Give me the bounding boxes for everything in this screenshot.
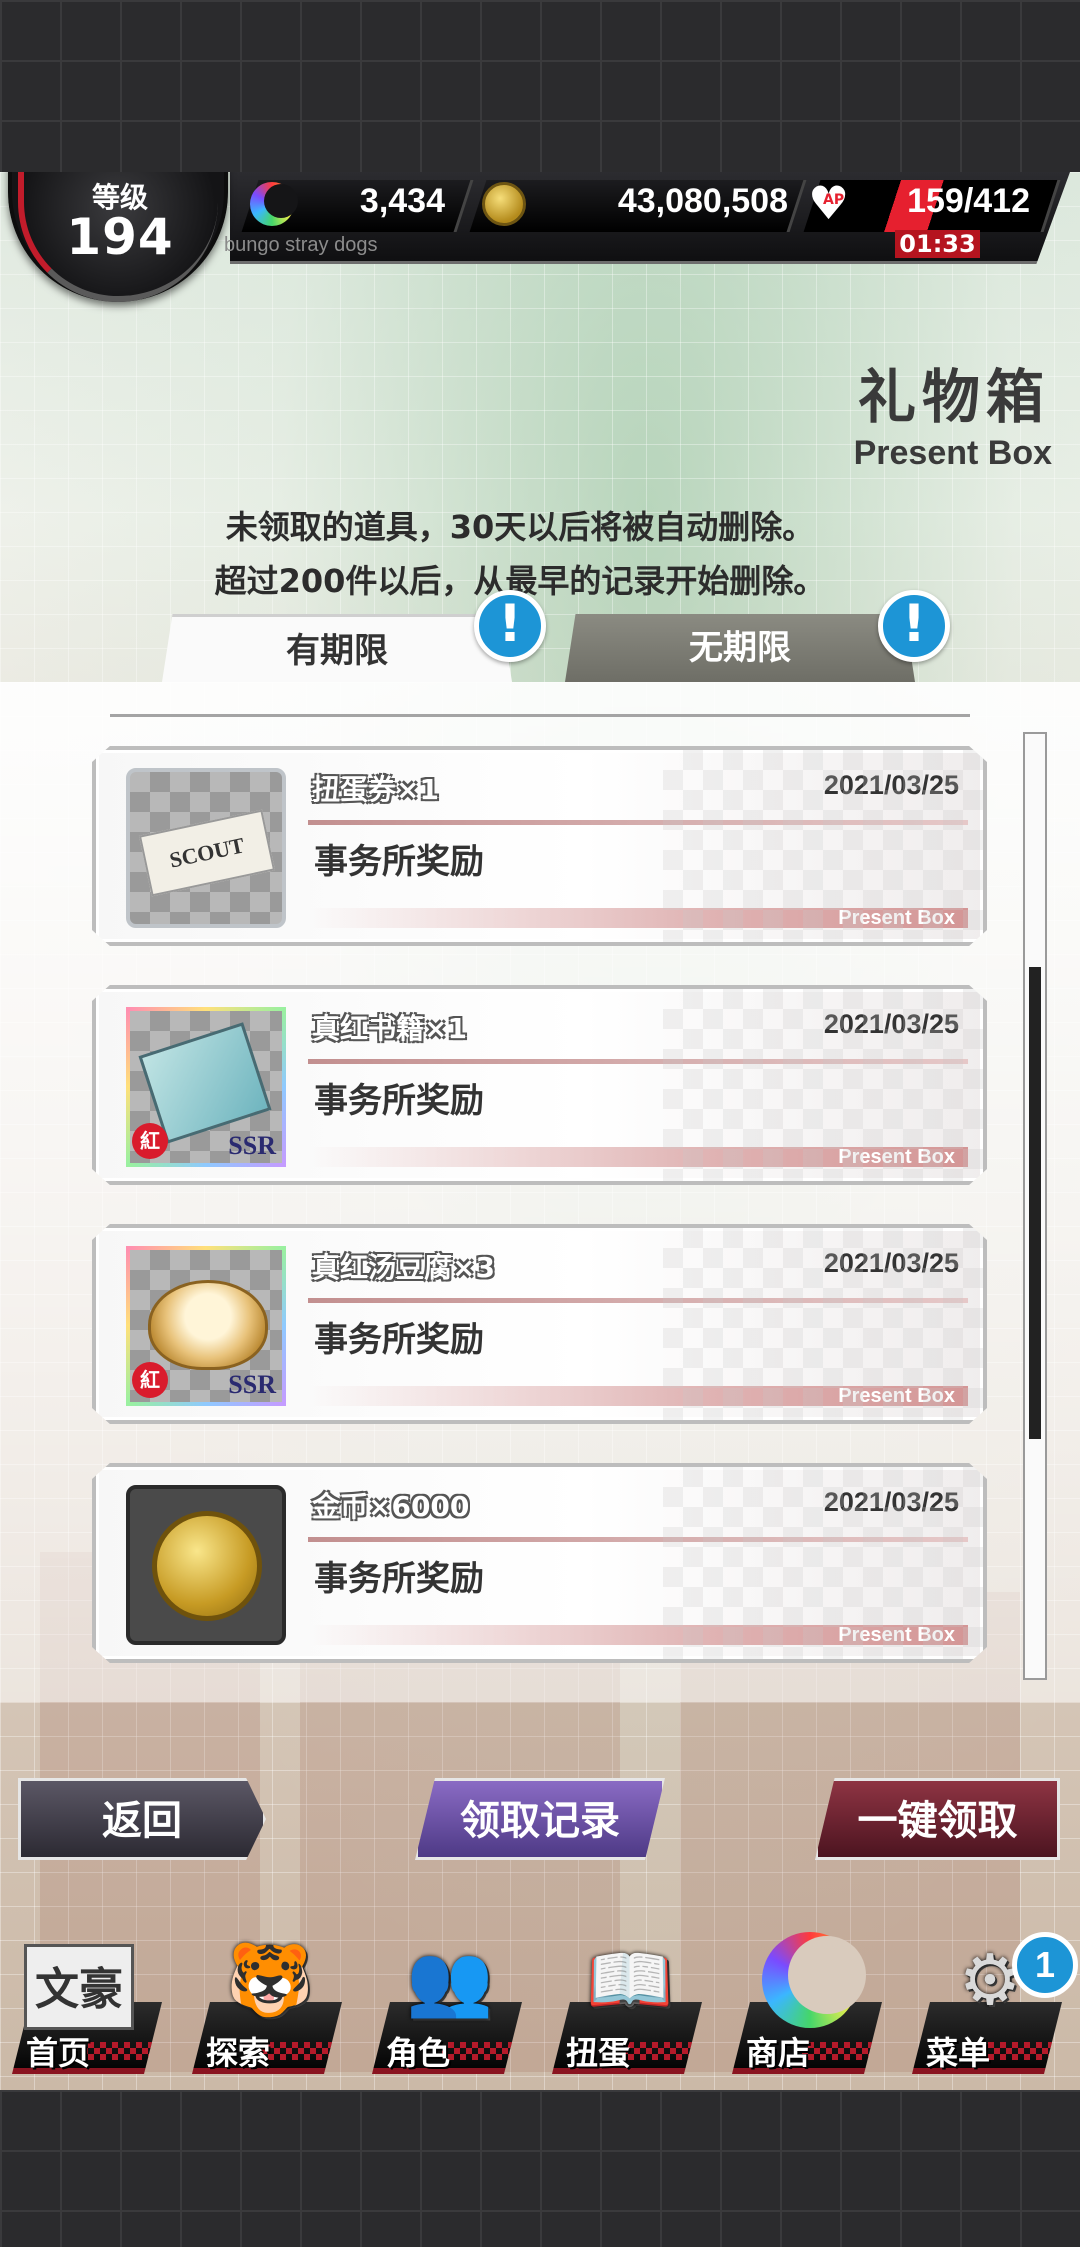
tab-unlimited[interactable]: 无期限: [565, 614, 915, 682]
item-footer: Present Box: [838, 1624, 955, 1646]
item-date: 2021/03/25: [823, 1487, 959, 1517]
present-item[interactable]: 紅 SSR 真红汤豆腐×3 2021/03/25 事务所奖励 Present B…: [92, 1224, 987, 1424]
present-item[interactable]: 紅 SSR 真红书籍×1 2021/03/25 事务所奖励 Present Bo…: [92, 985, 987, 1185]
notice-text: 未领取的道具，30天以后将被自动删除。: [225, 508, 815, 546]
scout-ticket-icon: SCOUT: [138, 809, 276, 897]
crimson-badge: 紅: [132, 1362, 168, 1398]
item-divider: [308, 1537, 968, 1542]
notification-badge: 1: [1012, 1932, 1078, 1998]
alert-icon: !: [474, 590, 546, 662]
item-divider: [308, 1298, 968, 1303]
item-description: 事务所奖励: [314, 1559, 484, 1599]
gem-icon: [250, 182, 298, 226]
ap-tag: AP: [823, 192, 845, 208]
item-name: 金币×6000: [312, 1490, 470, 1523]
nav-label: 探索: [206, 2034, 271, 2072]
gem-value: 3,434: [359, 182, 445, 220]
claim-all-button[interactable]: 一键领取: [815, 1778, 1060, 1860]
page-title-en: Present Box: [853, 434, 1052, 472]
rarity-badge: SSR: [228, 1370, 276, 1399]
nav-home[interactable]: 文豪 首页: [12, 1932, 174, 2082]
shop-icon: [762, 1932, 866, 2028]
item-footer: Present Box: [838, 1146, 955, 1168]
nav-label: 扭蛋: [566, 2034, 631, 2072]
nav-label: 首页: [26, 2034, 91, 2072]
nav-characters[interactable]: 👥 角色: [372, 1932, 534, 2082]
item-date: 2021/03/25: [823, 1009, 959, 1039]
nav-gacha[interactable]: 📖 扭蛋: [552, 1932, 714, 2082]
item-description: 事务所奖励: [314, 1081, 484, 1121]
alert-icon: !: [878, 590, 950, 662]
gacha-icon: 📖: [586, 1939, 674, 2021]
status-bar: 3,434 43,080,508 ♥ AP 159/412 01:33 bung…: [0, 172, 1080, 302]
home-icon: 文豪: [24, 1944, 134, 2030]
nav-explore[interactable]: 🐯 探索: [192, 1932, 354, 2082]
item-footer: Present Box: [838, 907, 955, 929]
scrollbar-thumb[interactable]: [1029, 967, 1041, 1439]
item-footer: Present Box: [838, 1385, 955, 1407]
tiger-icon: 🐯: [226, 1939, 314, 2021]
item-name: 真红书籍×1: [312, 1012, 467, 1045]
list-divider: [110, 714, 970, 717]
present-item[interactable]: 金币×6000 2021/03/25 事务所奖励 Present Box: [92, 1463, 987, 1663]
stamina-timer: 01:33: [895, 230, 980, 258]
claim-history-button[interactable]: 领取记录: [415, 1778, 665, 1860]
item-date: 2021/03/25: [823, 770, 959, 800]
bottom-nav: 文豪 首页 🐯 探索 👥 角色 📖 扭蛋 商店 ⚙ 菜单: [0, 1932, 1080, 2090]
item-thumbnail: 紅 SSR: [126, 1007, 286, 1167]
bottom-letterbox: [0, 2090, 1080, 2247]
item-description: 事务所奖励: [314, 1320, 484, 1360]
crimson-badge: 紅: [132, 1123, 168, 1159]
stamina-value: 159/412: [907, 182, 1030, 220]
gold-coin-icon: [152, 1511, 262, 1621]
item-name: 真红汤豆腐×3: [312, 1251, 495, 1284]
back-button[interactable]: 返回: [18, 1778, 266, 1860]
game-subtitle: bungo stray dogs: [224, 234, 378, 256]
present-item[interactable]: SCOUT 扭蛋券×1 2021/03/25 事务所奖励 Present Box: [92, 746, 987, 946]
coin-value: 43,080,508: [617, 182, 788, 220]
level-value: 194: [66, 208, 174, 266]
item-divider: [308, 820, 968, 825]
item-divider: [308, 1059, 968, 1064]
nav-shop[interactable]: 商店: [732, 1932, 894, 2082]
top-letterbox: [0, 0, 1080, 172]
item-thumbnail: SCOUT: [126, 768, 286, 928]
page-title: 礼物箱: [857, 363, 1050, 431]
tofu-pot-icon: [148, 1280, 268, 1370]
nav-label: 菜单: [926, 2034, 991, 2072]
item-description: 事务所奖励: [314, 842, 484, 882]
rarity-badge: SSR: [228, 1131, 276, 1160]
item-thumbnail: [126, 1485, 286, 1645]
item-name: 扭蛋券×1: [312, 773, 439, 806]
item-date: 2021/03/25: [823, 1248, 959, 1278]
tab-limited[interactable]: 有期限: [162, 614, 512, 682]
nav-label: 商店: [746, 2034, 811, 2072]
game-screen: 3,434 43,080,508 ♥ AP 159/412 01:33 bung…: [0, 172, 1080, 2090]
nav-label: 角色: [386, 2034, 451, 2072]
characters-icon: 👥: [406, 1939, 494, 2021]
item-thumbnail: 紅 SSR: [126, 1246, 286, 1406]
